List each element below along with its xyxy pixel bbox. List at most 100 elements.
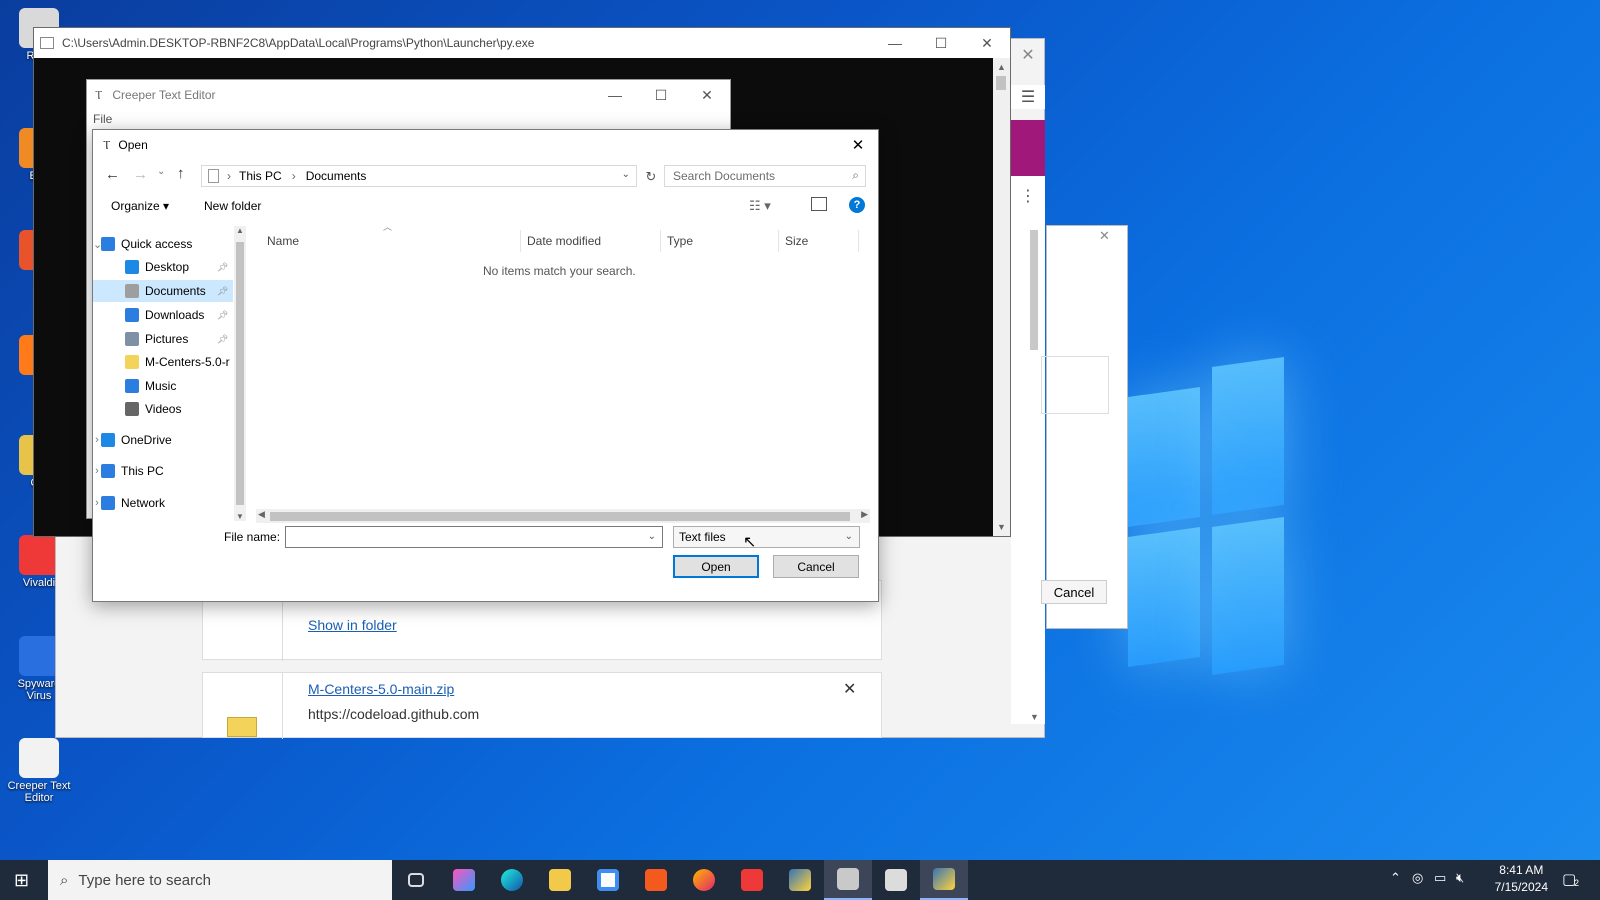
nav-item[interactable]: Pictures 📌︎	[93, 328, 228, 350]
active-app-icon[interactable]	[824, 860, 872, 900]
more-icon[interactable]: ⋮	[1011, 184, 1045, 208]
view-options-icon[interactable]: ☷ ▾	[749, 198, 771, 214]
close-icon[interactable]: ✕	[964, 28, 1010, 58]
scrollbar-thumb[interactable]	[996, 76, 1006, 90]
console-scrollbar[interactable]: ▲ ▼	[993, 58, 1010, 536]
help-icon[interactable]: ?	[849, 197, 865, 213]
scroll-left-icon[interactable]: ◀	[258, 509, 265, 520]
dialog-title-bar[interactable]: Ⲧ Open ✕	[93, 130, 878, 160]
recent-locations-icon[interactable]: ⌄	[157, 166, 165, 177]
scroll-up-icon[interactable]: ▲	[236, 226, 244, 235]
expand-icon[interactable]: ⌄	[93, 238, 102, 251]
show-hidden-icons-icon[interactable]: ⌃	[1390, 870, 1401, 886]
back-arrow-icon[interactable]: ←	[105, 166, 120, 183]
chevron-down-icon[interactable]: ⌄	[648, 531, 656, 542]
download-file-link[interactable]: M-Centers-5.0-main.zip	[308, 681, 454, 697]
file-name-input[interactable]: ⌄	[285, 526, 663, 548]
scroll-right-icon[interactable]: ▶	[861, 509, 868, 520]
vivaldi-icon[interactable]	[728, 860, 776, 900]
folder-icon	[125, 355, 139, 369]
edge-icon[interactable]	[488, 860, 536, 900]
pin-icon[interactable]: 📌︎	[217, 286, 228, 297]
forward-arrow-icon[interactable]: →	[133, 166, 148, 183]
python-installer-icon[interactable]	[776, 860, 824, 900]
breadcrumb-this-pc[interactable]: This PC	[239, 169, 282, 183]
expand-icon[interactable]: ›	[93, 497, 101, 509]
start-windows-icon[interactable]: ⊞	[14, 870, 29, 891]
system-clock[interactable]: 8:41 AM 7/15/2024	[1495, 862, 1548, 896]
preview-pane-icon[interactable]	[811, 197, 827, 211]
nav-item[interactable]: › OneDrive	[93, 429, 172, 451]
file-explorer-icon[interactable]	[536, 860, 584, 900]
maximize-icon[interactable]: ☐	[918, 28, 964, 58]
organize-menu[interactable]: Organize ▾	[111, 199, 169, 213]
console-title-bar[interactable]: C:\Users\Admin.DESKTOP-RBNF2C8\AppData\L…	[34, 28, 1010, 58]
meet-now-icon[interactable]: ◎	[1412, 870, 1423, 886]
scroll-down-icon[interactable]: ▼	[1030, 712, 1040, 722]
brave-icon[interactable]	[632, 860, 680, 900]
firefox-icon[interactable]	[680, 860, 728, 900]
close-icon[interactable]: ✕	[1013, 40, 1043, 70]
column-type[interactable]: Type	[661, 230, 779, 252]
nav-item[interactable]: Videos	[93, 398, 181, 420]
file-list-hscrollbar[interactable]: ◀ ▶	[256, 509, 870, 523]
creeper-title-bar[interactable]: Ⲧ Creeper Text Editor — ☐ ✕	[87, 80, 730, 110]
nav-item[interactable]: › Network	[93, 492, 165, 514]
file-menu[interactable]: File	[93, 112, 112, 126]
refresh-icon[interactable]: ↻	[641, 167, 661, 187]
pin-icon[interactable]: 📌︎	[217, 334, 228, 345]
search-icon[interactable]: ⌕	[852, 168, 859, 183]
pin-icon[interactable]: 📌︎	[217, 310, 228, 321]
scroll-up-icon[interactable]: ▲	[997, 62, 1006, 72]
desktop-icon[interactable]: Creeper Text Editor	[4, 738, 74, 804]
nav-item[interactable]: Desktop 📌︎	[93, 256, 228, 278]
search-input[interactable]: Search Documents ⌕	[664, 165, 866, 187]
expand-icon[interactable]: ›	[93, 434, 101, 446]
minimize-icon[interactable]: —	[592, 80, 638, 110]
nav-scrollbar[interactable]: ▲ ▼	[234, 226, 246, 521]
address-bar[interactable]: › This PC › Documents ⌄	[201, 165, 637, 187]
remove-download-icon[interactable]: ✕	[843, 679, 856, 699]
scrollbar-thumb[interactable]	[236, 242, 244, 505]
network-icon[interactable]: ▭	[1434, 870, 1446, 886]
python-app-icon[interactable]	[872, 860, 920, 900]
nav-item[interactable]: Music	[93, 375, 176, 397]
chevron-down-icon[interactable]: ⌄	[622, 169, 630, 180]
browser-scrollbar-thumb[interactable]	[1030, 230, 1038, 350]
chevron-down-icon[interactable]: ⌄	[845, 531, 853, 542]
nav-item[interactable]: M-Centers-5.0-r	[93, 351, 230, 373]
taskbar-search-input[interactable]: ⌕ Type here to search	[48, 860, 392, 900]
notification-count: 2	[1574, 878, 1580, 888]
volume-muted-icon[interactable]: 🔇︎	[1456, 870, 1464, 886]
maximize-icon[interactable]: ☐	[638, 80, 684, 110]
scroll-down-icon[interactable]: ▼	[236, 512, 244, 521]
scroll-down-icon[interactable]: ▼	[997, 522, 1006, 532]
open-button[interactable]: Open	[673, 555, 759, 578]
close-icon[interactable]: ✕	[684, 80, 730, 110]
store-icon[interactable]	[584, 860, 632, 900]
new-folder-button[interactable]: New folder	[204, 199, 261, 213]
python-icon[interactable]	[920, 860, 968, 900]
nav-item[interactable]: Documents 📌︎	[93, 280, 233, 302]
close-icon[interactable]: ✕	[1099, 228, 1110, 244]
nav-item[interactable]: › This PC	[93, 460, 164, 482]
cancel-button[interactable]: Cancel	[773, 555, 859, 578]
column-date-modified[interactable]: Date modified	[521, 230, 661, 252]
cancel-button[interactable]: Cancel	[1041, 580, 1107, 604]
minimize-icon[interactable]: —	[872, 28, 918, 58]
expand-icon[interactable]: ›	[93, 465, 101, 477]
column-name[interactable]: Name	[261, 230, 521, 252]
pin-icon[interactable]: 📌︎	[217, 262, 228, 273]
show-in-folder-link[interactable]: Show in folder	[308, 617, 397, 633]
task-view-icon[interactable]	[392, 860, 440, 900]
menu-icon[interactable]: ☰	[1011, 85, 1045, 109]
close-icon[interactable]: ✕	[838, 136, 878, 154]
nav-item[interactable]: ⌄ Quick access	[93, 233, 192, 255]
file-type-select[interactable]: Text files ⌄	[673, 526, 860, 548]
breadcrumb-documents[interactable]: Documents	[306, 169, 367, 183]
scrollbar-thumb[interactable]	[270, 512, 850, 521]
column-size[interactable]: Size	[779, 230, 859, 252]
up-arrow-icon[interactable]: ↑	[177, 165, 185, 182]
nav-item[interactable]: Downloads 📌︎	[93, 304, 228, 326]
copilot-icon[interactable]	[440, 860, 488, 900]
